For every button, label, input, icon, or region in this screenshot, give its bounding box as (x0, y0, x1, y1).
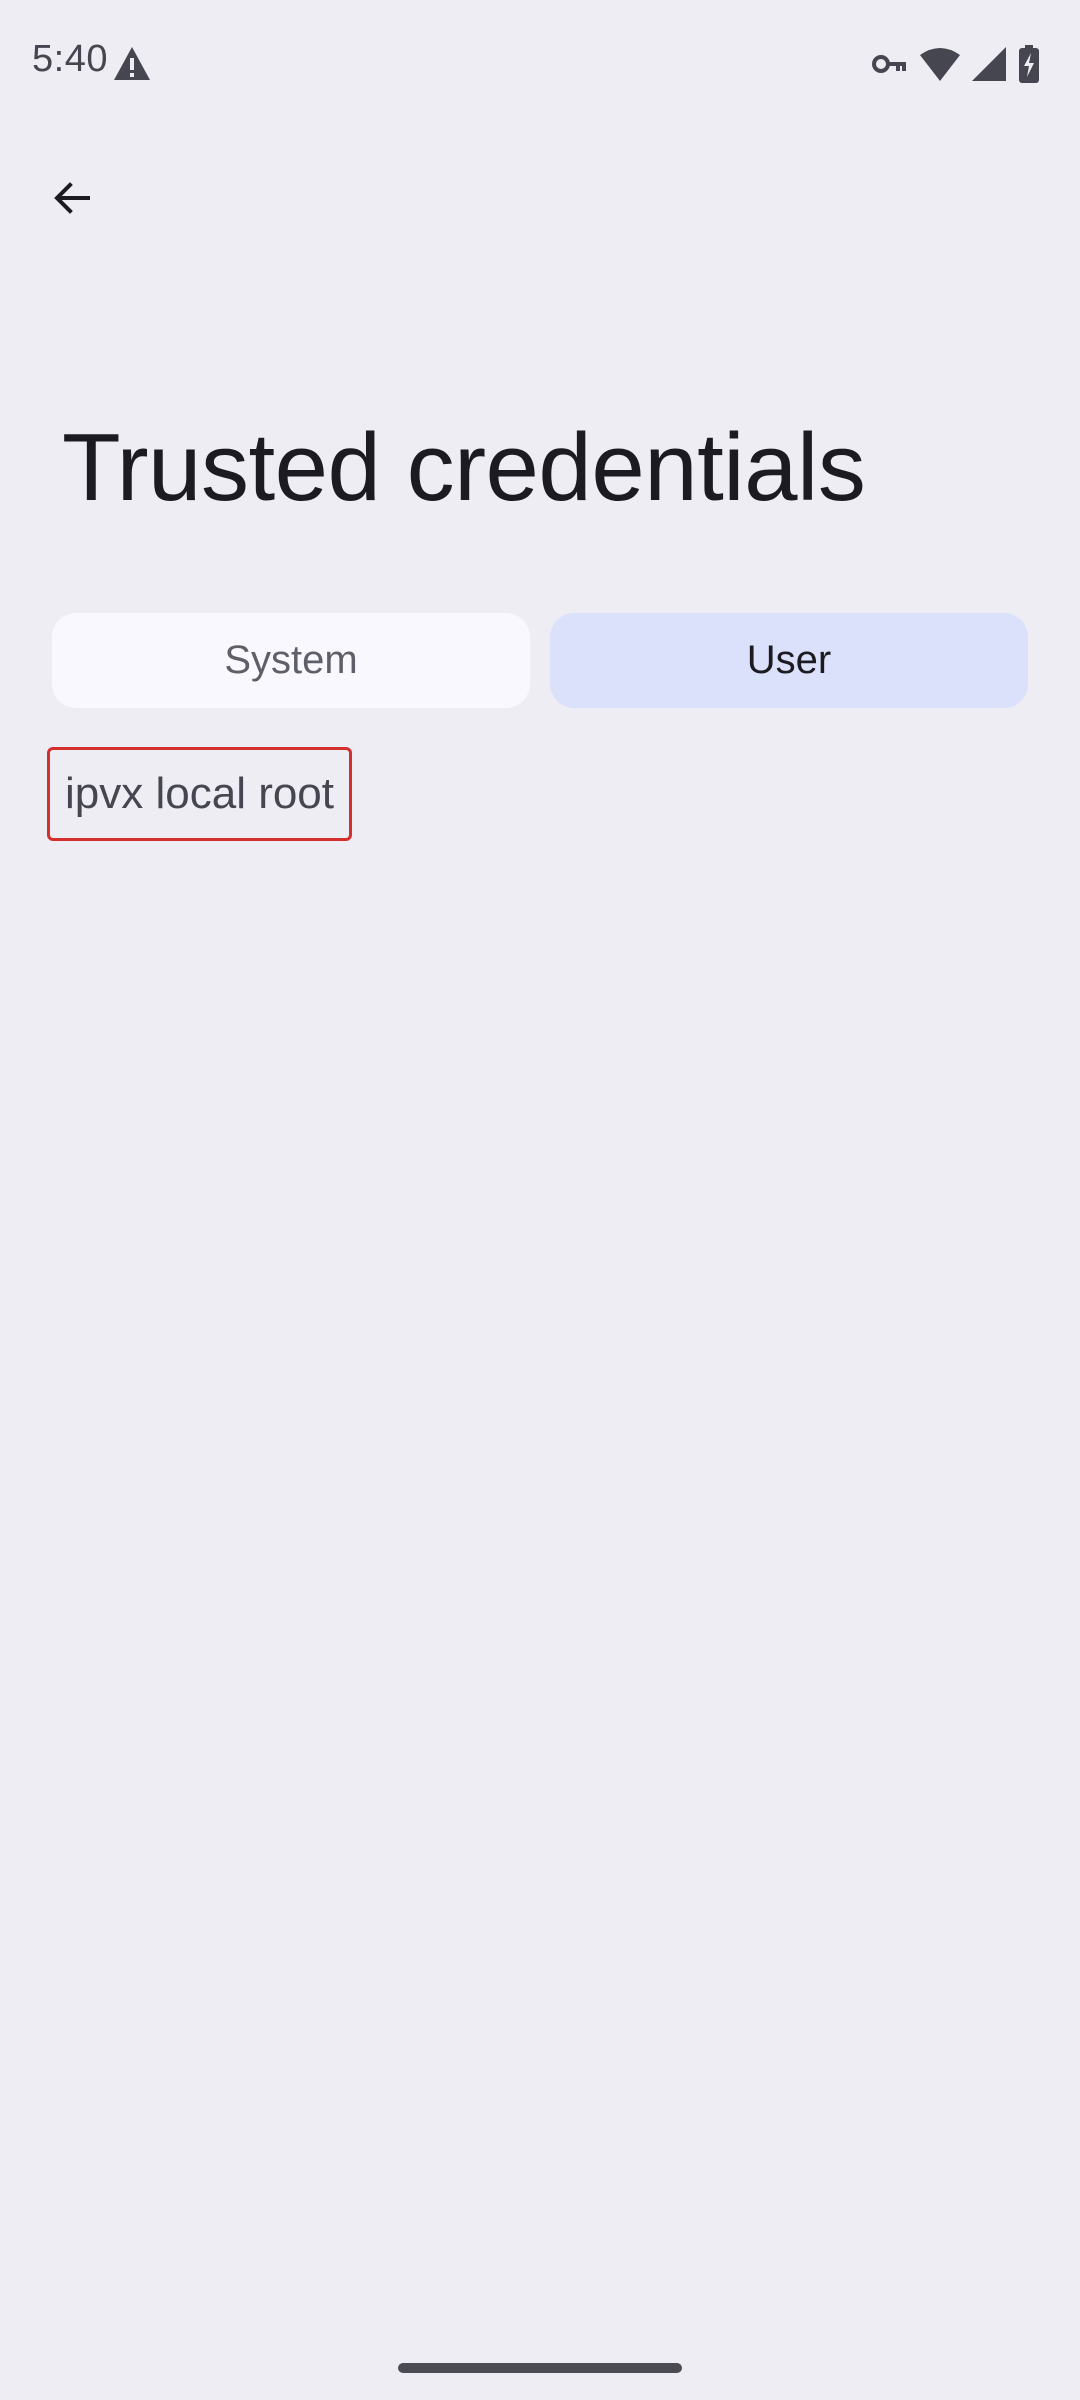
credential-item[interactable]: ipvx local root (47, 747, 353, 841)
vpn-key-icon (872, 52, 908, 76)
tab-user[interactable]: User (550, 613, 1028, 708)
tab-user-label: User (746, 638, 832, 682)
tab-bar: System User (52, 613, 1028, 708)
status-time: 5:40 (32, 38, 108, 80)
back-button[interactable] (36, 164, 108, 236)
wifi-icon (920, 47, 960, 81)
home-indicator[interactable] (398, 2363, 682, 2373)
battery-charging-icon (1018, 45, 1040, 83)
credential-name: ipvx local root (65, 769, 335, 818)
alert-triangle-icon (112, 44, 152, 84)
status-icons (872, 44, 1040, 84)
page-title: Trusted credentials (62, 414, 866, 521)
cellular-signal-icon (972, 47, 1006, 81)
arrow-back-icon (48, 174, 96, 227)
tab-system[interactable]: System (52, 613, 530, 708)
status-bar: 5:40 (0, 0, 1080, 128)
tab-system-label: System (224, 638, 358, 682)
